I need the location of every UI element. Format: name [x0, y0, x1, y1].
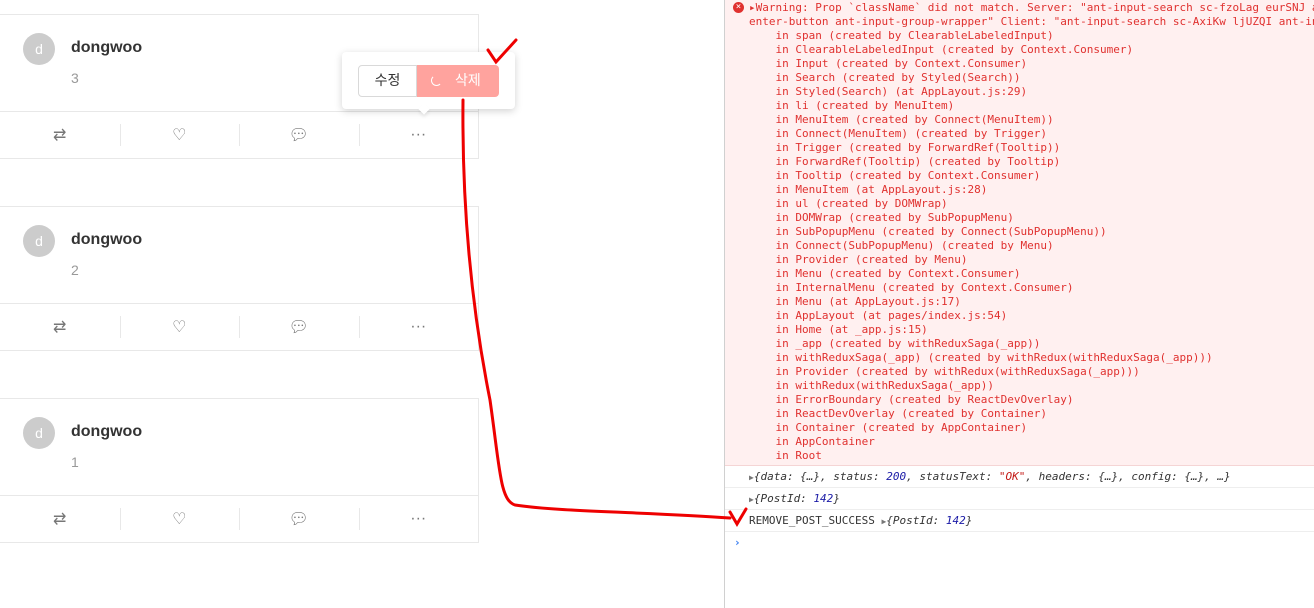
post-content: 3	[71, 70, 79, 86]
console-prompt[interactable]: ›	[725, 532, 1314, 554]
avatar: d	[23, 225, 55, 257]
error-stack-line: in Container (created by AppContainer)	[749, 421, 1028, 434]
error-stack-line: in Trigger (created by ForwardRef(Toolti…	[749, 141, 1061, 154]
loading-spinner-icon	[431, 75, 442, 86]
post-card: d dongwoo 1 ⇄ ♡ 💬︎ ···	[0, 398, 479, 543]
comment-icon[interactable]: 💬︎	[239, 304, 359, 350]
more-popover: 수정 삭제	[342, 52, 515, 115]
devtools-console: × ▸Warning: Prop `className` did not mat…	[724, 0, 1314, 608]
console-log-action[interactable]: REMOVE_POST_SUCCESS ▶{PostId: 142}	[725, 510, 1314, 532]
post-card: d dongwoo 2 ⇄ ♡ 💬︎ ···	[0, 206, 479, 351]
heart-icon[interactable]: ♡	[119, 304, 240, 350]
delete-button[interactable]: 삭제	[417, 65, 499, 97]
error-stack-line: in span (created by ClearableLabeledInpu…	[749, 29, 1054, 42]
error-stack-line: in Menu (at AppLayout.js:17)	[749, 295, 961, 308]
more-icon[interactable]: ···	[358, 496, 479, 542]
error-stack-line: in Input (created by Context.Consumer)	[749, 57, 1028, 70]
error-stack-line: in ClearableLabeledInput (created by Con…	[749, 43, 1134, 56]
error-stack-line: in Tooltip (created by Context.Consumer)	[749, 169, 1041, 182]
username[interactable]: dongwoo	[71, 231, 142, 249]
error-message[interactable]: × ▸Warning: Prop `className` did not mat…	[725, 0, 1314, 466]
retweet-icon[interactable]: ⇄	[0, 496, 120, 542]
error-stack-line: in InternalMenu (created by Context.Cons…	[749, 281, 1074, 294]
retweet-icon[interactable]: ⇄	[0, 112, 120, 158]
error-stack-line: in Menu (created by Context.Consumer)	[749, 267, 1021, 280]
error-stack-line: in Styled(Search) (at AppLayout.js:29)	[749, 85, 1028, 98]
error-stack-line: in ul (created by DOMWrap)	[749, 197, 948, 210]
edit-button[interactable]: 수정	[358, 65, 417, 97]
error-icon: ×	[733, 2, 744, 13]
error-stack-line: in Provider (created by withRedux(withRe…	[749, 365, 1140, 378]
username[interactable]: dongwoo	[71, 423, 142, 441]
error-stack-line: ▸Warning: Prop `className` did not match…	[749, 1, 1314, 14]
post-content: 1	[71, 454, 79, 470]
error-stack-line: in Connect(SubPopupMenu) (created by Men…	[749, 239, 1054, 252]
error-stack-line: in Provider (created by Menu)	[749, 253, 968, 266]
more-icon[interactable]: ···	[358, 304, 479, 350]
error-stack-line: in MenuItem (created by Connect(MenuItem…	[749, 113, 1054, 126]
error-stack-line: in DOMWrap (created by SubPopupMenu)	[749, 211, 1014, 224]
error-stack-line: in AppLayout (at pages/index.js:54)	[749, 309, 1008, 322]
console-log-postid[interactable]: ▶{PostId: 142}	[725, 488, 1314, 510]
retweet-icon[interactable]: ⇄	[0, 304, 120, 350]
delete-label: 삭제	[455, 73, 481, 89]
heart-icon[interactable]: ♡	[119, 112, 240, 158]
error-stack-line: in li (created by MenuItem)	[749, 99, 955, 112]
error-stack-line: in Search (created by Styled(Search))	[749, 71, 1021, 84]
error-stack-line: in _app (created by withReduxSaga(_app))	[749, 337, 1041, 350]
error-stack-line: in Connect(MenuItem) (created by Trigger…	[749, 127, 1048, 140]
error-stack-line: in withReduxSaga(_app) (created by withR…	[749, 351, 1213, 364]
comment-icon[interactable]: 💬︎	[239, 112, 359, 158]
error-stack-line: in ForwardRef(Tooltip) (created by Toolt…	[749, 155, 1061, 168]
error-stack-line: in Home (at _app.js:15)	[749, 323, 928, 336]
post-content: 2	[71, 262, 79, 278]
error-stack-line: in MenuItem (at AppLayout.js:28)	[749, 183, 988, 196]
error-stack-line: enter-button ant-input-group-wrapper" Cl…	[749, 15, 1314, 28]
error-stack-line: in ReactDevOverlay (created by Container…	[749, 407, 1048, 420]
error-stack-line: in SubPopupMenu (created by Connect(SubP…	[749, 225, 1107, 238]
error-stack-line: in withRedux(withReduxSaga(_app))	[749, 379, 995, 392]
comment-icon[interactable]: 💬︎	[239, 496, 359, 542]
post-feed: d dongwoo 3 ⇄ ♡ 💬︎ ··· d dongwoo 2 ⇄ ♡ 💬︎ ··· d don…	[0, 0, 724, 608]
heart-icon[interactable]: ♡	[119, 496, 240, 542]
avatar: d	[23, 417, 55, 449]
avatar: d	[23, 33, 55, 65]
username[interactable]: dongwoo	[71, 39, 142, 57]
console-log-response[interactable]: ▶{data: {…}, status: 200, statusText: "O…	[725, 466, 1314, 488]
error-stack-line: in ErrorBoundary (created by ReactDevOve…	[749, 393, 1074, 406]
more-icon[interactable]: ···	[358, 112, 479, 158]
error-stack-line: in Root	[749, 449, 822, 462]
error-stack-line: in AppContainer	[749, 435, 875, 448]
